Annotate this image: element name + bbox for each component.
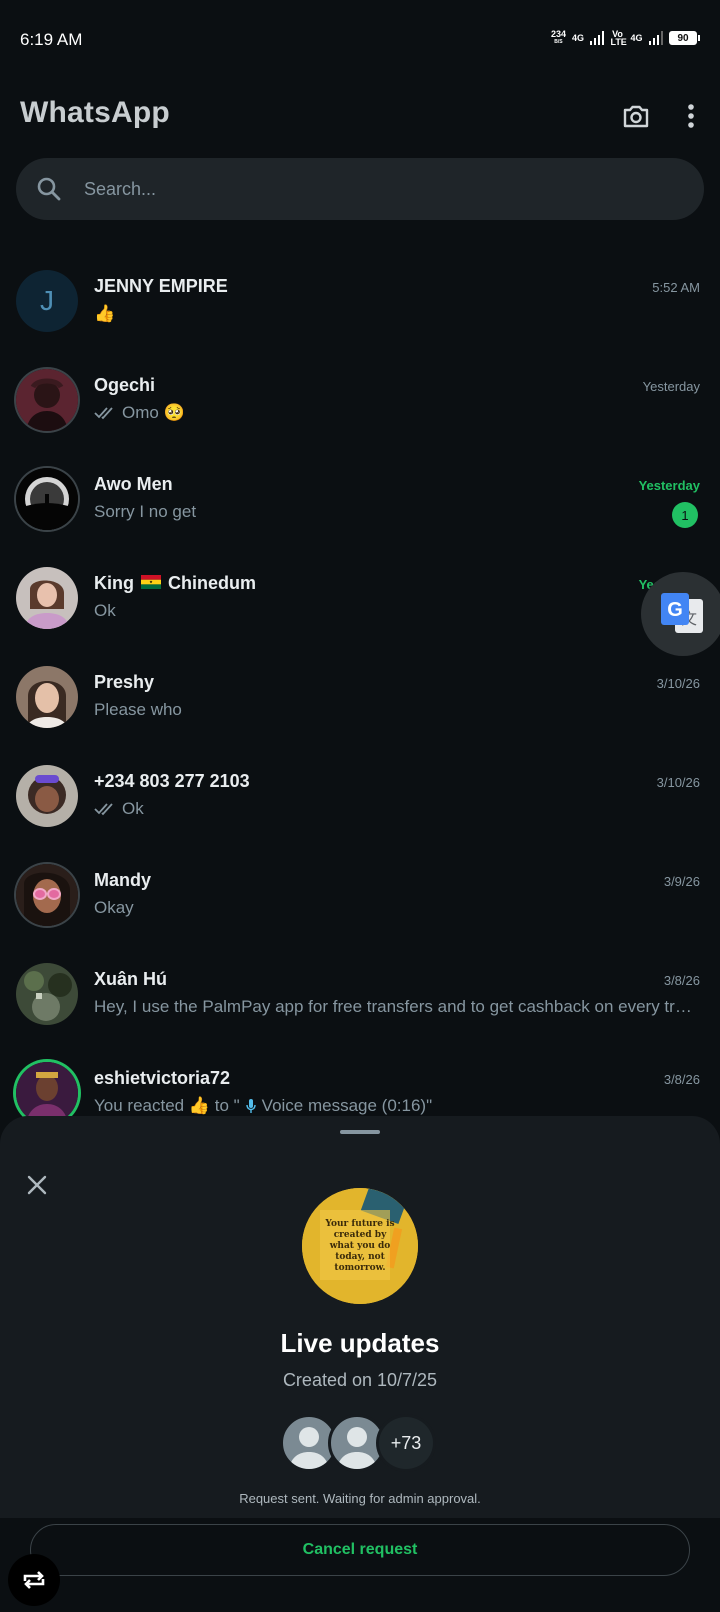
search-icon	[34, 174, 64, 204]
svg-text:G: G	[667, 599, 683, 621]
avatar[interactable]	[16, 1062, 78, 1124]
chat-preview: You reacted 👍 to " Voice message (0:16)"	[94, 1096, 433, 1115]
chat-preview: Ok	[94, 799, 694, 819]
avatar[interactable]	[16, 765, 78, 827]
close-button[interactable]	[22, 1170, 52, 1200]
camera-icon	[623, 105, 649, 128]
chat-preview: Please who	[94, 700, 182, 719]
battery-icon: 90	[669, 31, 700, 45]
chat-name: Preshy	[94, 672, 155, 692]
status-time: 6:19 AM	[20, 30, 83, 49]
whatsapp-screen: 6:19 AM 234 B/S 4G Vo LTE 4G 90 WhatsApp	[0, 0, 720, 1612]
status-bar: 6:19 AM 234 B/S 4G Vo LTE 4G 90	[0, 0, 720, 80]
signal-icon-2	[648, 31, 663, 45]
channel-created-date: Created on 10/7/25	[282, 1370, 438, 1390]
chat-time: 3/9/26	[663, 874, 700, 889]
chat-name: eshietvictoria72	[94, 1068, 231, 1088]
chat-time: 3/10/26	[656, 775, 700, 790]
volte-icon: Vo LTE	[610, 29, 627, 47]
chat-time: 3/8/26	[663, 973, 700, 988]
search-input[interactable]	[84, 178, 644, 200]
chat-preview: Omo 🥺	[94, 403, 694, 423]
avatar[interactable]	[16, 666, 78, 728]
avatar[interactable]: J	[16, 270, 78, 332]
chat-name: Ogechi	[94, 375, 156, 395]
chat-time: Yesterday	[638, 478, 700, 493]
chat-preview: Sorry I no get	[94, 502, 197, 521]
avatar[interactable]	[16, 864, 78, 926]
chat-time: 3/10/26	[656, 676, 700, 691]
drag-handle[interactable]	[340, 1130, 380, 1134]
request-status: Request sent. Waiting for admin approval…	[239, 1491, 481, 1506]
status-icons: 234 B/S 4G Vo LTE 4G 90	[550, 29, 700, 47]
member-count: +73	[376, 1414, 436, 1472]
chat-row[interactable]: Mandy 3/9/26 Okay	[0, 844, 720, 943]
app-title: WhatsApp	[20, 96, 170, 129]
chat-row[interactable]: J JENNY EMPIRE 5:52 AM 👍	[0, 250, 720, 349]
member-avatars: +73	[280, 1414, 440, 1472]
cancel-request-button[interactable]: Cancel request	[30, 1524, 690, 1576]
google-translate-icon: 文 G	[661, 593, 703, 633]
chat-preview: 👍	[94, 304, 116, 323]
network-type-2: 4G	[630, 33, 643, 43]
chat-time: Yesterday	[642, 379, 700, 394]
avatar[interactable]	[16, 468, 78, 530]
chat-row[interactable]: Preshy 3/10/26 Please who	[0, 646, 720, 745]
ghana-flag-icon	[141, 575, 162, 590]
double-check-icon	[94, 803, 113, 816]
chat-time: 5:52 AM	[652, 280, 700, 295]
rotate-icon	[23, 1571, 45, 1589]
chat-time: 3/8/26	[663, 1072, 700, 1087]
network-type-1: 4G	[571, 33, 584, 43]
chat-preview: Hey, I use the PalmPay app for free tran…	[94, 997, 694, 1016]
chat-row[interactable]: Ogechi Yesterday Omo 🥺	[0, 349, 720, 448]
close-icon	[27, 1175, 47, 1195]
avatar[interactable]	[16, 567, 78, 629]
chat-row[interactable]: Xuân Hú 3/8/26 Hey, I use the PalmPay ap…	[0, 943, 720, 1042]
battery-level: 90	[677, 32, 689, 44]
more-options-button[interactable]	[680, 100, 702, 132]
chat-preview: Okay	[94, 898, 134, 917]
chat-name: Awo Men	[94, 474, 173, 494]
chat-name: King Chinedum	[94, 573, 257, 593]
chat-row[interactable]: +234 803 277 2103 3/10/26 Ok	[0, 745, 720, 844]
chat-row[interactable]: Awo Men Yesterday Sorry I no get 1	[0, 448, 720, 547]
channel-image: Your future is created by what you do to…	[302, 1188, 418, 1304]
chat-list: J JENNY EMPIRE 5:52 AM 👍 Ogechi Yesterda…	[0, 250, 720, 1141]
rotate-screen-button[interactable]	[8, 1554, 60, 1606]
avatar[interactable]	[16, 963, 78, 1025]
network-speed: 234 B/S	[550, 29, 566, 46]
chat-preview: Ok	[94, 601, 116, 620]
chat-name: JENNY EMPIRE	[94, 276, 228, 296]
chat-name: +234 803 277 2103	[94, 771, 250, 791]
signal-icon	[589, 31, 605, 45]
more-vert-icon	[688, 104, 694, 128]
chat-row[interactable]: King Chinedum Yesterday Ok	[0, 547, 720, 646]
search-bar[interactable]	[16, 158, 704, 220]
chat-name: Xuân Hú	[94, 969, 168, 989]
camera-button[interactable]	[620, 100, 652, 132]
chat-name: Mandy	[94, 870, 152, 890]
avatar[interactable]	[16, 369, 78, 431]
double-check-icon	[94, 407, 113, 420]
microphone-icon	[245, 1099, 256, 1113]
channel-image-text: Your future is created by what you do to…	[325, 1218, 395, 1273]
translate-button[interactable]: 文 G	[641, 572, 720, 656]
unread-badge: 1	[672, 502, 698, 528]
channel-title: Live updates	[280, 1328, 440, 1358]
